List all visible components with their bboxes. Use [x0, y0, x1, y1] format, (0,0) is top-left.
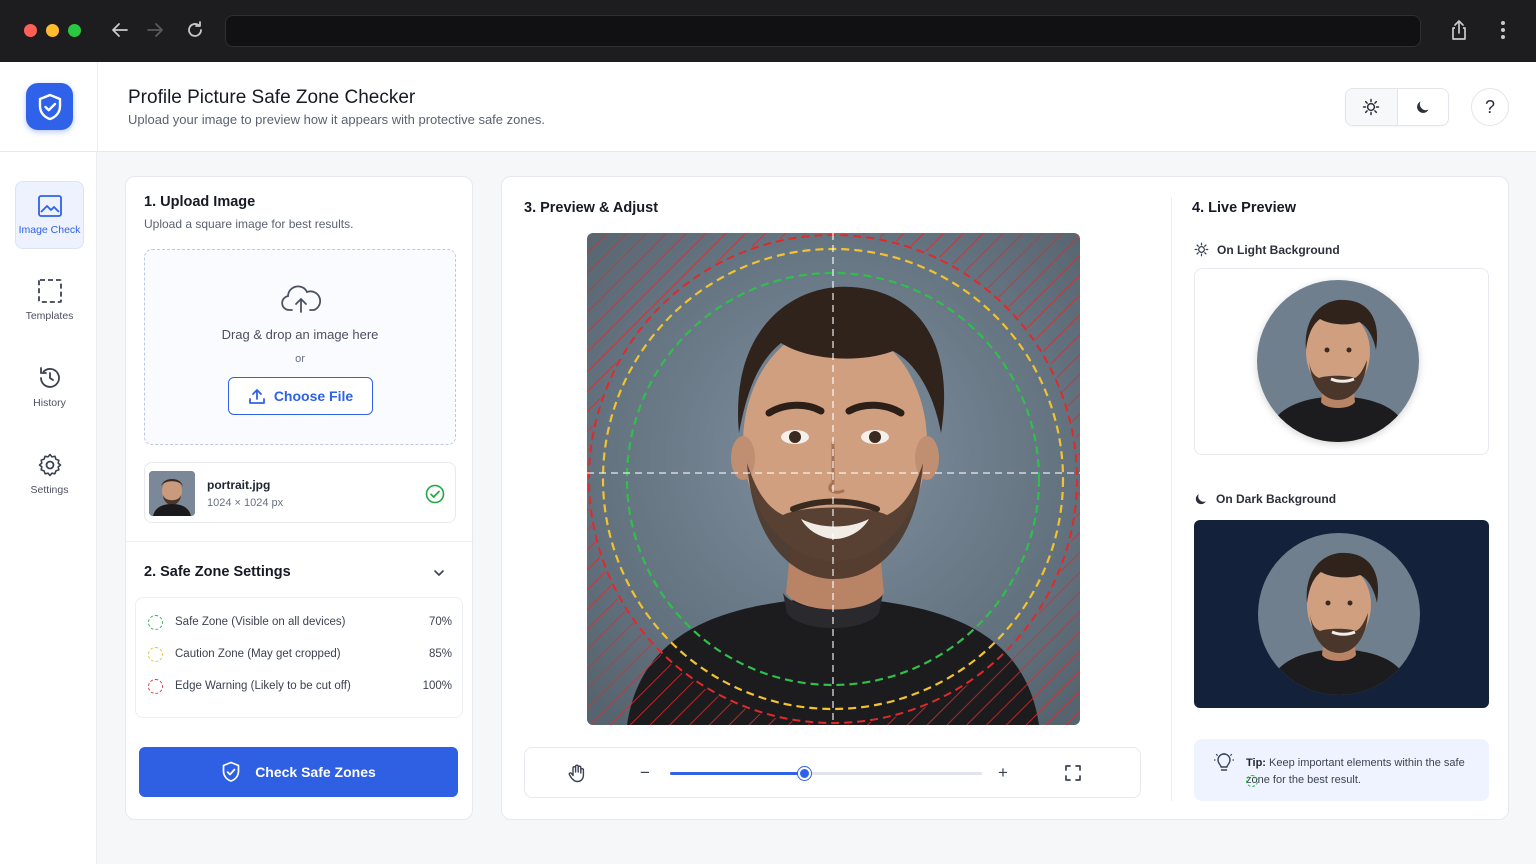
zoom-in-button[interactable]: + — [991, 761, 1015, 785]
safe-zone-list: Safe Zone (Visible on all devices) 70% C… — [135, 597, 463, 718]
zoom-slider-thumb[interactable] — [798, 767, 812, 780]
safe-zone-settings-title: 2. Safe Zone Settings — [144, 564, 291, 580]
app-header: Profile Picture Safe Zone Checker Upload… — [0, 62, 1536, 152]
crop-frame-icon — [37, 279, 62, 303]
drop-text: Drag & drop an image here — [221, 327, 379, 342]
close-window-button[interactable] — [24, 24, 37, 37]
file-dimensions: 1024 × 1024 px — [207, 497, 284, 509]
avatar-light — [1257, 280, 1419, 442]
zoom-out-button[interactable]: − — [633, 761, 657, 785]
more-menu-icon[interactable] — [1491, 18, 1515, 42]
upload-hint: Upload a square image for best results. — [144, 217, 354, 231]
section-divider — [126, 541, 474, 542]
zone-label: Safe Zone (Visible on all devices) — [175, 616, 346, 628]
pan-hand-icon[interactable] — [565, 761, 589, 785]
avatar-dark — [1258, 533, 1420, 695]
chevron-down-icon[interactable] — [432, 566, 446, 580]
image-icon — [37, 195, 62, 217]
zone-label: Edge Warning (Likely to be cut off) — [175, 680, 351, 692]
drop-zone[interactable]: Drag & drop an image here or Choose File — [144, 249, 456, 445]
sun-icon — [1363, 98, 1380, 116]
share-icon[interactable] — [1447, 18, 1471, 42]
sidebar-item-label: Image Check — [18, 224, 81, 236]
forward-arrow-icon[interactable] — [143, 18, 167, 42]
browser-chrome — [0, 0, 1536, 62]
column-divider — [1171, 197, 1172, 801]
preview-title: 3. Preview & Adjust — [524, 200, 659, 216]
history-icon — [39, 367, 60, 388]
zone-value: 100% — [422, 680, 452, 692]
header-divider — [97, 62, 98, 152]
maximize-window-button[interactable] — [68, 24, 81, 37]
sidebar-item-label: Templates — [25, 310, 74, 322]
fullscreen-icon[interactable] — [1061, 761, 1085, 785]
green-zone-icon — [1246, 775, 1258, 787]
sidebar-item-label: History — [33, 397, 66, 409]
sidebar-item-image-check[interactable]: Image Check — [15, 181, 84, 249]
help-button[interactable]: ? — [1471, 88, 1509, 126]
zone-row-caution[interactable]: Caution Zone (May get cropped) 85% — [148, 644, 452, 664]
shield-logo-icon — [26, 83, 73, 130]
choose-file-label: Choose File — [273, 388, 354, 404]
green-zone-icon — [148, 614, 163, 630]
choose-file-button[interactable]: Choose File — [228, 377, 373, 415]
zone-row-safe[interactable]: Safe Zone (Visible on all devices) 70% — [148, 612, 452, 632]
moon-icon — [1195, 494, 1206, 505]
sidebar-item-history[interactable]: History — [15, 353, 84, 421]
sun-icon — [1194, 242, 1209, 257]
preview-canvas[interactable] — [587, 233, 1080, 725]
page-title: Profile Picture Safe Zone Checker — [128, 87, 416, 108]
back-arrow-icon[interactable] — [108, 18, 132, 42]
zone-value: 85% — [428, 648, 452, 660]
preview-controls: − + — [524, 747, 1141, 798]
file-thumbnail — [149, 471, 195, 516]
light-background-label: On Light Background — [1217, 242, 1340, 257]
check-safe-zones-label: Check Safe Zones — [255, 764, 376, 780]
tip-box: Tip: Keep important elements within the … — [1194, 739, 1489, 801]
check-safe-zones-button[interactable]: Check Safe Zones — [139, 747, 458, 797]
light-background-preview — [1194, 268, 1489, 455]
zone-value: 70% — [428, 616, 452, 628]
upload-title: 1. Upload Image — [144, 194, 256, 210]
sidebar-item-templates[interactable]: Templates — [15, 266, 84, 334]
zoom-slider[interactable] — [670, 767, 982, 780]
sidebar-item-settings[interactable]: Settings — [15, 440, 84, 508]
light-mode-button[interactable] — [1346, 89, 1398, 125]
dark-background-label: On Dark Background — [1216, 492, 1337, 506]
yellow-zone-icon — [148, 646, 163, 662]
upload-icon — [248, 389, 265, 404]
zone-row-edge[interactable]: Edge Warning (Likely to be cut off) 100% — [148, 676, 452, 696]
gear-icon — [38, 453, 61, 477]
preview-card: 3. Preview & Adjust − + 4. Live Preview … — [501, 176, 1509, 820]
live-preview-title: 4. Live Preview — [1192, 200, 1296, 216]
minimize-window-button[interactable] — [46, 24, 59, 37]
reload-icon[interactable] — [183, 18, 207, 42]
dark-mode-button[interactable] — [1398, 89, 1449, 125]
dark-background-preview — [1194, 520, 1489, 708]
theme-toggle — [1345, 88, 1449, 126]
tip-label: Tip: — [1246, 757, 1266, 769]
zoom-slider-fill — [670, 772, 805, 775]
light-background-label-row: On Light Background — [1194, 242, 1340, 257]
shield-check-icon — [222, 761, 240, 782]
app-window: Profile Picture Safe Zone Checker Upload… — [0, 62, 1536, 864]
or-text: or — [295, 353, 305, 365]
address-bar[interactable] — [225, 15, 1421, 47]
dark-background-label-row: On Dark Background — [1194, 492, 1336, 506]
red-zone-icon — [148, 678, 163, 694]
cloud-upload-icon — [281, 285, 321, 313]
sidebar: Image Check Templates History Settings — [0, 152, 97, 864]
tip-text: Tip: Keep important elements within the … — [1246, 755, 1476, 789]
upload-card: 1. Upload Image Upload a square image fo… — [125, 176, 474, 820]
file-name: portrait.jpg — [207, 478, 271, 492]
moon-icon — [1416, 101, 1429, 113]
check-circle-icon — [425, 484, 445, 504]
page-subtitle: Upload your image to preview how it appe… — [128, 112, 545, 127]
tip-body: Keep important elements within the safe … — [1246, 757, 1465, 786]
zone-label: Caution Zone (May get cropped) — [175, 648, 341, 660]
sidebar-item-label: Settings — [30, 484, 69, 496]
lightbulb-icon — [1214, 753, 1234, 771]
uploaded-file-row[interactable]: portrait.jpg 1024 × 1024 px — [144, 462, 456, 523]
